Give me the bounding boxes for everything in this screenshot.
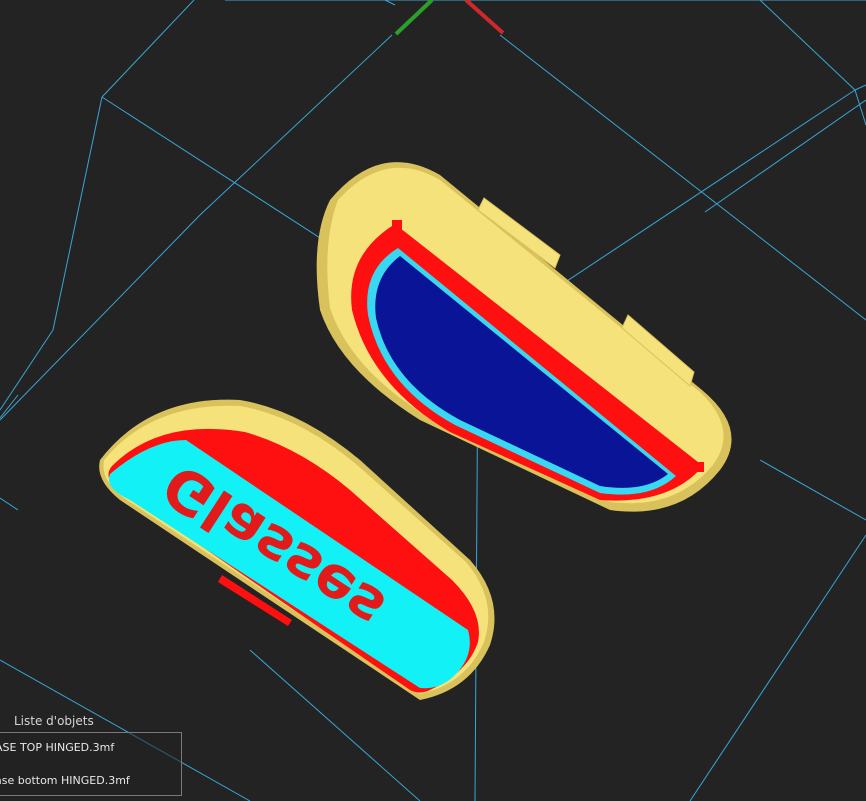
object-list-item[interactable]: ASE TOP HINGED.3mf [0,740,181,756]
object-list-item[interactable]: ase bottom HINGED.3mf [0,773,181,789]
object-list-panel: ASE TOP HINGED.3mf ase bottom HINGED.3mf [0,732,182,796]
axis-y-line [394,0,434,36]
axis-x-line [464,0,505,35]
case-bottom-model[interactable]: Glasses [99,399,495,700]
object-list-title: Liste d'objets [14,714,94,728]
3d-viewport[interactable]: Glasses [0,0,866,801]
case-top-model[interactable] [316,162,732,512]
